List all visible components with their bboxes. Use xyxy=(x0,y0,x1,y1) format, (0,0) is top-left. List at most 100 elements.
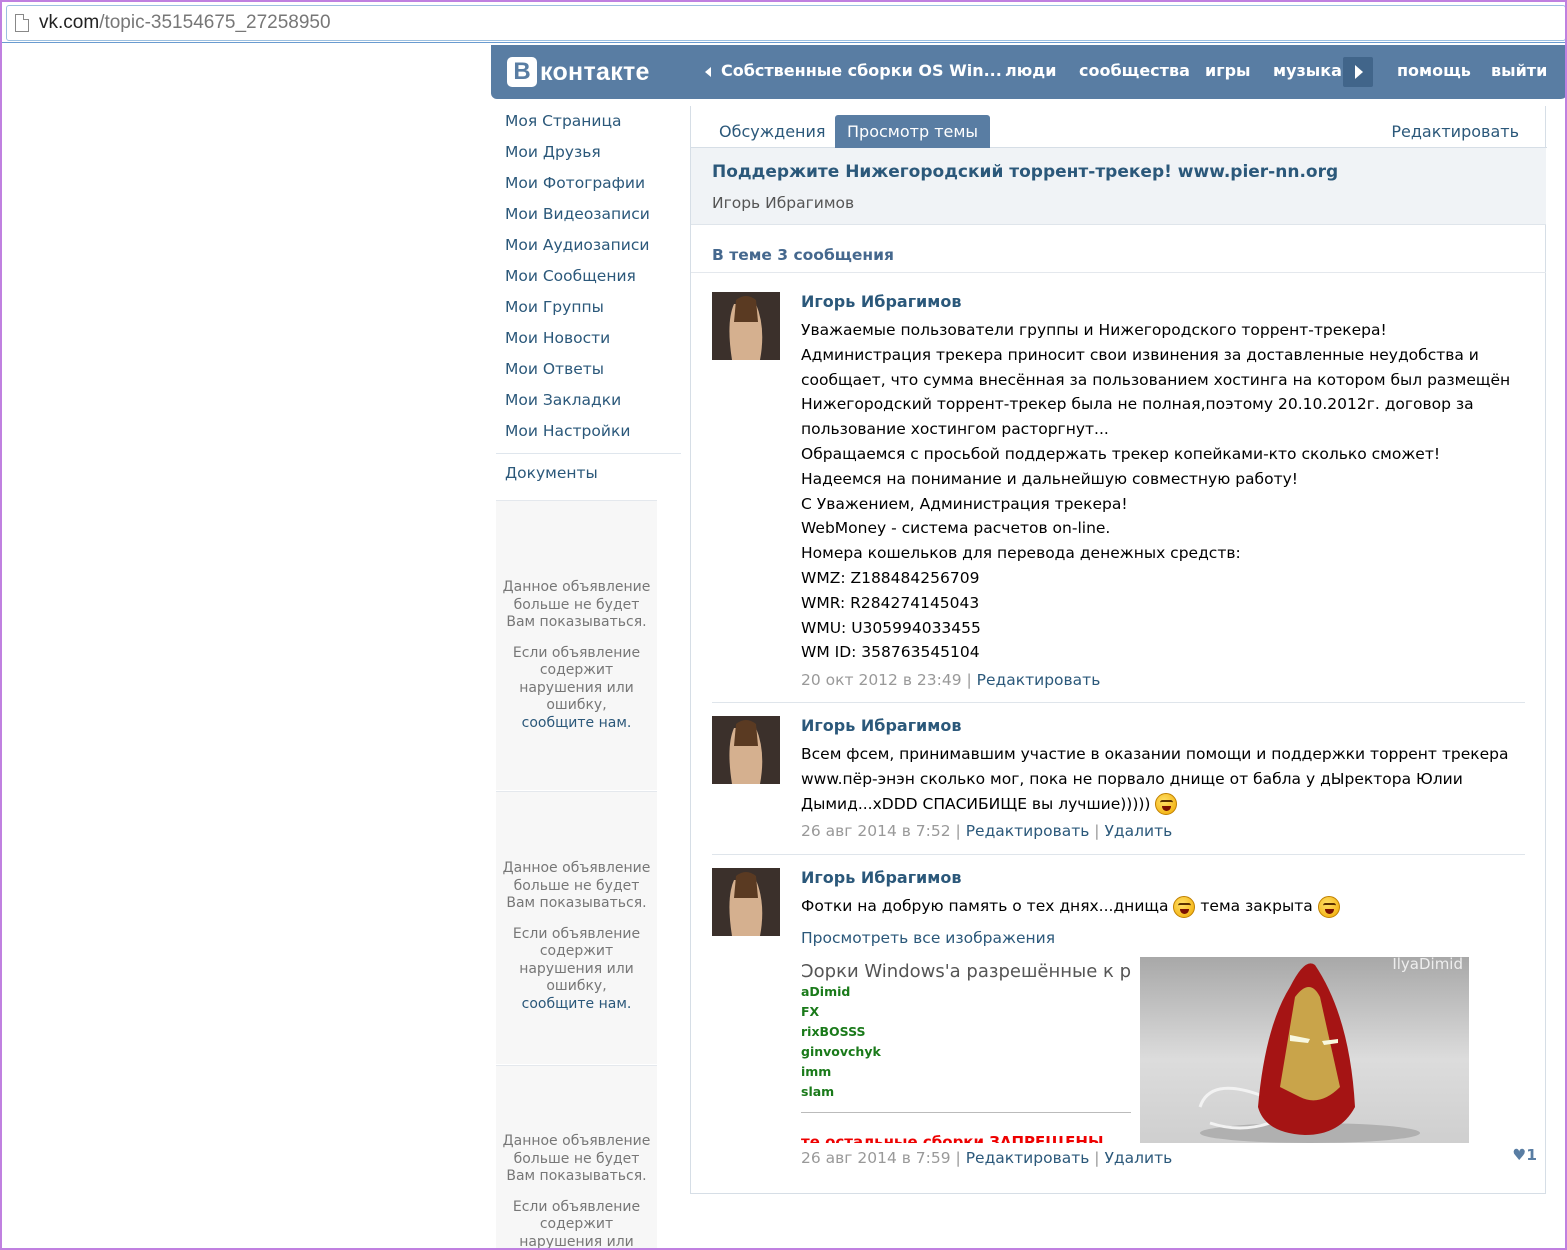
sidebar-divider xyxy=(496,453,681,454)
ad-report-text: Если объявление содержит нарушения или о… xyxy=(512,925,641,995)
sidebar-item-documents[interactable]: Документы xyxy=(496,458,681,489)
post-line: Обращаемся с просьбой поддержать трекер … xyxy=(801,444,1441,463)
laughing-smiley-icon xyxy=(1173,895,1196,918)
nav-people[interactable]: люди xyxy=(1005,45,1056,99)
image-name: aDimid xyxy=(801,983,851,999)
topic-content: Обсуждения Просмотр темы Редактировать П… xyxy=(690,106,1547,1194)
post-author-link[interactable]: Игорь Ибрагимов xyxy=(801,716,1521,742)
sidebar-item-groups[interactable]: Мои Группы xyxy=(496,292,681,323)
nav-help[interactable]: помощь xyxy=(1397,45,1471,99)
post-date[interactable]: 26 авг 2014 в 7:52 xyxy=(801,822,951,840)
back-to-group-link[interactable]: Собственные сборки OS Win... xyxy=(705,45,1002,99)
sidebar-item-friends[interactable]: Мои Друзья xyxy=(496,137,681,168)
attached-image-iron[interactable]: IlyaDimid xyxy=(1140,956,1469,1143)
post-line: Дымид...xDDD СПАСИБИЩЕ вы лучшие))))) xyxy=(801,794,1151,813)
post-line: Нижегородский торрент-трекер была не пол… xyxy=(801,395,1474,414)
page-icon xyxy=(15,14,29,32)
ad-report-text: Если объявление содержит нарушения или о… xyxy=(512,1198,641,1250)
nav-logout[interactable]: выйти xyxy=(1491,45,1547,99)
ad-hidden-text: Данное объявление больше не будет Вам по… xyxy=(502,579,651,630)
image-red-text: те остальные сборки ЗАПРЕЩЕНЫ xyxy=(801,1132,1104,1143)
delete-post-link[interactable]: Удалить xyxy=(1104,822,1172,840)
image-watermark: IlyaDimid xyxy=(1392,956,1463,973)
post-divider xyxy=(712,854,1525,855)
post-line: WMZ: Z188484256709 xyxy=(801,568,980,587)
post-line: Надеемся на понимание и дальнейшую совме… xyxy=(801,469,1298,488)
logo-text: контакте xyxy=(540,57,650,86)
attached-image-screenshot[interactable]: Ɔорки Windows'a разрешённые к раздаче aD… xyxy=(801,956,1131,1143)
logo-b-icon: B xyxy=(507,57,537,87)
post-meta: 20 окт 2012 в 23:49 | Редактировать xyxy=(801,671,1101,690)
image-name: ginvovchyk xyxy=(801,1043,881,1059)
sidebar-item-audio[interactable]: Мои Аудиозаписи xyxy=(496,230,681,261)
post-divider xyxy=(712,702,1525,703)
post-text-part: Фотки на добрую память о тех днях...днищ… xyxy=(801,897,1169,915)
url-text[interactable]: vk.com/topic-35154675_27258950 xyxy=(39,12,331,34)
like-button[interactable]: ♥1 xyxy=(1512,1146,1537,1164)
view-all-images-link[interactable]: Просмотреть все изображения xyxy=(801,929,1521,947)
post-line: Номера кошельков для перевода денежных с… xyxy=(801,544,1241,563)
address-bar[interactable]: vk.com/topic-35154675_27258950 xyxy=(6,5,1565,41)
image-heading: Ɔорки Windows'a разрешённые к раздаче xyxy=(801,960,1131,982)
edit-post-link[interactable]: Редактировать xyxy=(977,671,1101,689)
ad-block: Данное объявление больше не будет Вам по… xyxy=(496,500,657,790)
ad-hidden-text: Данное объявление больше не будет Вам по… xyxy=(502,860,651,911)
post-line: пользование хостингом расторгнут... xyxy=(801,420,1109,439)
post-line: WMR: R284274145043 xyxy=(801,593,980,612)
vk-logo[interactable]: B контакте xyxy=(507,55,650,89)
nav-more-arrow-icon[interactable] xyxy=(1343,57,1373,87)
message-count: В теме 3 сообщения xyxy=(712,246,894,264)
ad-report-text: Если объявление содержит нарушения или о… xyxy=(512,644,641,714)
ad-block: Данное объявление больше не будет Вам по… xyxy=(496,1065,657,1250)
heart-icon: ♥ xyxy=(1512,1146,1527,1164)
avatar[interactable] xyxy=(712,868,780,936)
sidebar-item-bookmarks[interactable]: Мои Закладки xyxy=(496,385,681,416)
post-text: Фотки на добрую память о тех днях...днищ… xyxy=(801,894,1521,919)
post-text-part: тема закрыта xyxy=(1200,897,1313,915)
avatar-photo xyxy=(712,716,780,784)
edit-post-link[interactable]: Редактировать xyxy=(966,1149,1090,1167)
nav-music[interactable]: музыка xyxy=(1273,45,1342,99)
tab-view-topic[interactable]: Просмотр темы xyxy=(835,115,991,148)
avatar[interactable] xyxy=(712,716,780,784)
url-path: /topic-35154675_27258950 xyxy=(99,12,331,33)
image-name: imm xyxy=(801,1063,832,1079)
avatar-photo xyxy=(712,868,780,936)
edit-post-link[interactable]: Редактировать xyxy=(966,822,1090,840)
topic-title: Поддержите Нижегородский торрент-трекер!… xyxy=(712,162,1339,182)
avatar[interactable] xyxy=(712,292,780,360)
ad-report-link[interactable]: сообщите нам. xyxy=(522,996,632,1012)
edit-topic-link[interactable]: Редактировать xyxy=(1379,115,1531,148)
post-author-link[interactable]: Игорь Ибрагимов xyxy=(801,292,1521,318)
ad-hidden-text: Данное объявление больше не будет Вам по… xyxy=(502,1133,651,1184)
sidebar-item-answers[interactable]: Мои Ответы xyxy=(496,354,681,385)
post-meta: 26 авг 2014 в 7:59 | Редактировать | Уда… xyxy=(801,1148,1173,1167)
back-label: Собственные сборки OS Win... xyxy=(721,61,1002,80)
tab-bar: Обсуждения Просмотр темы Редактировать xyxy=(691,106,1547,148)
sidebar-item-settings[interactable]: Мои Настройки xyxy=(496,416,681,447)
post-line: Администрация трекера приносит свои изви… xyxy=(801,345,1479,364)
post-date[interactable]: 26 авг 2014 в 7:59 xyxy=(801,1149,951,1167)
sidebar-item-news[interactable]: Мои Новости xyxy=(496,323,681,354)
laughing-smiley-icon xyxy=(1155,793,1178,816)
sidebar-item-my-page[interactable]: Моя Страница xyxy=(496,106,681,137)
back-arrow-icon xyxy=(705,66,711,77)
sidebar-item-photos[interactable]: Мои Фотографии xyxy=(496,168,681,199)
sidebar-item-videos[interactable]: Мои Видеозаписи xyxy=(496,199,681,230)
site-header: B контакте Собственные сборки OS Win... … xyxy=(491,45,1565,99)
nav-communities[interactable]: сообщества xyxy=(1079,45,1190,99)
delete-post-link[interactable]: Удалить xyxy=(1104,1149,1172,1167)
ad-report-link[interactable]: сообщите нам. xyxy=(522,715,632,731)
post-line: WMU: U305994033455 xyxy=(801,618,981,637)
tab-discussions[interactable]: Обсуждения xyxy=(707,115,838,148)
post-line: WM ID: 358763545104 xyxy=(801,643,980,662)
post-line: WebMoney - система расчетов on-line. xyxy=(801,519,1111,538)
topic-author-link[interactable]: Игорь Ибрагимов xyxy=(712,194,854,212)
sidebar-item-messages[interactable]: Мои Сообщения xyxy=(496,261,681,292)
post-date[interactable]: 20 окт 2012 в 23:49 xyxy=(801,671,962,689)
image-name: rixBOSSS xyxy=(801,1023,866,1039)
post-author-link[interactable]: Игорь Ибрагимов xyxy=(801,868,1521,894)
nav-games[interactable]: игры xyxy=(1205,45,1251,99)
image-name: slam xyxy=(801,1083,835,1099)
iron-man-iron-picture xyxy=(1198,963,1420,1143)
